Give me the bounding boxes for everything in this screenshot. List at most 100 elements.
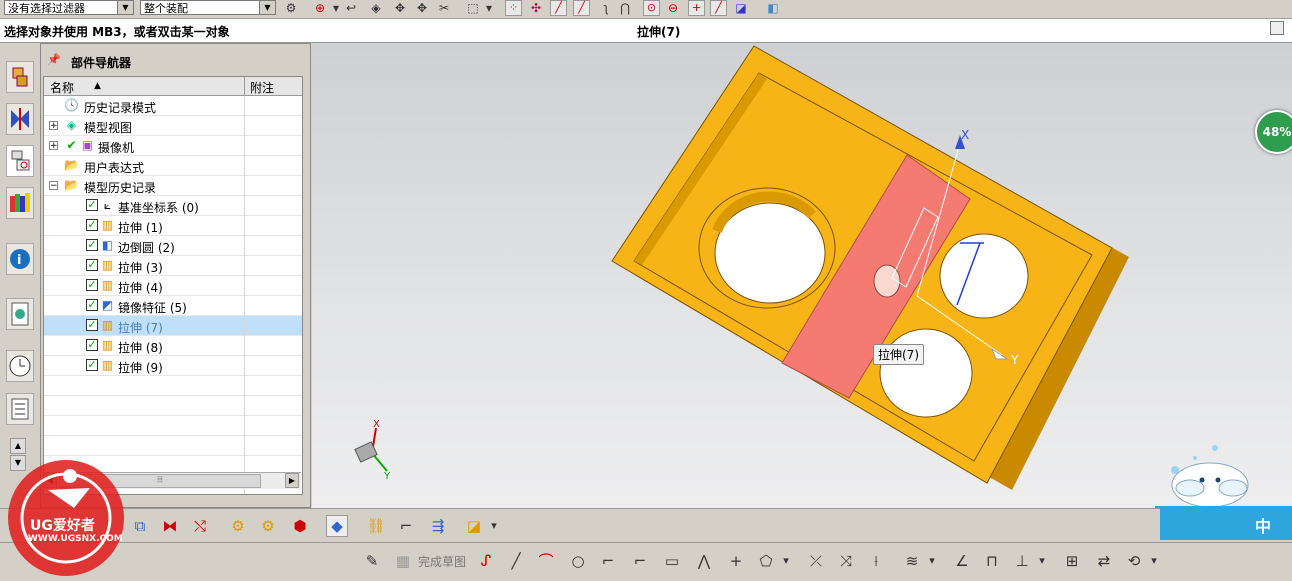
snap-face-icon[interactable]: ◪ <box>733 0 749 16</box>
visibility-checkbox[interactable]: ✓ <box>86 219 98 231</box>
tree-row-datum-csys[interactable]: ✓ ⟀ 基准坐标系 (0) <box>44 196 302 216</box>
gun-icon[interactable]: ⌐ <box>396 516 416 536</box>
assembly-icon[interactable]: ⚙ <box>283 0 299 16</box>
eraser-icon[interactable]: ◈ <box>368 0 384 16</box>
column-note-header[interactable]: 附注 <box>250 79 274 96</box>
collapse-icon[interactable]: − <box>49 181 58 191</box>
offset-curve-icon[interactable]: ≋ <box>902 551 922 571</box>
graphics-window[interactable]: X Y X Y <box>312 43 1292 508</box>
dropdown-icon[interactable]: ▾ <box>1144 551 1164 571</box>
snap-arc-icon[interactable]: ⋂ <box>617 0 633 16</box>
profile-icon[interactable]: ᔑ <box>476 551 496 571</box>
visibility-checkbox[interactable]: ✓ <box>86 319 98 331</box>
make-corner-icon[interactable]: ⟊ <box>866 551 886 571</box>
snap-intersect-icon[interactable]: ✣ <box>528 0 544 16</box>
move-icon[interactable]: ✥ <box>392 0 408 16</box>
mirror-assembly-icon[interactable]: ⧓ <box>160 516 180 536</box>
explode-icon[interactable]: ⤭ <box>190 516 210 536</box>
move-all-icon[interactable]: ✥ <box>414 0 430 16</box>
undo-icon[interactable]: ↩ <box>343 0 359 16</box>
snap-endpoint-icon[interactable]: ╱ <box>550 0 567 16</box>
assembly-navigator-tab[interactable] <box>6 61 34 93</box>
add-component-icon[interactable]: ⚙ <box>228 516 248 536</box>
convert-reference-icon[interactable]: ⇄ <box>1094 551 1114 571</box>
solid-box-icon[interactable]: ◪ <box>464 516 484 536</box>
tree-row-cameras[interactable]: + ✔ ▣ 摄像机 <box>44 136 302 156</box>
dimension-icon[interactable]: ⊓ <box>982 551 1002 571</box>
visibility-checkbox[interactable]: ✓ <box>86 279 98 291</box>
wave-linker-icon[interactable]: ◆ <box>326 515 348 537</box>
visibility-checkbox[interactable]: ✓ <box>86 339 98 351</box>
column-name-header[interactable]: 名称 <box>50 79 74 96</box>
snap-point-icon[interactable]: ⊕ <box>312 0 328 16</box>
cube-icon[interactable]: ◧ <box>765 0 781 16</box>
constraint-navigator-tab[interactable] <box>6 103 34 135</box>
link-icon[interactable]: ⛓ <box>366 516 386 536</box>
alternate-solution-icon[interactable]: ⟲ <box>1124 551 1144 571</box>
tree-row-edge-blend-2[interactable]: ✓ ◧ 边倒圆 (2) <box>44 236 302 256</box>
snap-cross-icon[interactable]: + <box>688 0 705 16</box>
tree-row-extrude-3[interactable]: ✓ ▥ 拉伸 (3) <box>44 256 302 276</box>
tree-row-user-expressions[interactable]: 📂 用户表达式 <box>44 156 302 176</box>
sketch-icon[interactable]: ✎ <box>362 551 382 571</box>
snap-curve-icon[interactable]: ʅ <box>598 0 614 16</box>
polyline-icon[interactable]: ⋀ <box>694 551 714 571</box>
pin-icon[interactable] <box>1270 21 1284 35</box>
snap-center-icon[interactable]: ⊙ <box>643 0 660 16</box>
snap-node-icon[interactable]: ⁘ <box>505 0 522 16</box>
select-box-icon[interactable]: ⬚ <box>465 0 481 16</box>
dropdown-icon[interactable]: ▾ <box>481 0 497 16</box>
polygon-icon[interactable]: ⬠ <box>756 551 776 571</box>
snap-circle-icon[interactable]: ⊖ <box>665 0 681 16</box>
quick-extend-icon[interactable]: ⤨ <box>836 551 856 571</box>
tree-row-history-mode[interactable]: 🕓 历史记录模式 <box>44 96 302 116</box>
tree-row-extrude-8[interactable]: ✓ ▥ 拉伸 (8) <box>44 336 302 356</box>
expand-icon[interactable]: + <box>49 121 58 131</box>
chamfer-icon[interactable]: ⌐ <box>630 551 650 571</box>
dropdown-icon[interactable]: ▾ <box>1032 551 1052 571</box>
part-navigator-tab[interactable] <box>6 145 34 177</box>
dropdown-icon[interactable]: ▾ <box>922 551 942 571</box>
role-tab[interactable] <box>6 393 34 425</box>
dropdown-icon[interactable]: ▾ <box>776 551 796 571</box>
dropdown-icon[interactable]: ▾ <box>484 516 504 536</box>
visibility-checkbox[interactable]: ✓ <box>86 199 98 211</box>
sequence-icon[interactable]: ⇶ <box>428 516 448 536</box>
fillet-icon[interactable]: ⌐ <box>598 551 618 571</box>
tree-row-model-views[interactable]: + ◈ 模型视图 <box>44 116 302 136</box>
snap-midpoint-icon[interactable]: ╱ <box>573 0 590 16</box>
tree-row-model-history[interactable]: − 📂 模型历史记录 <box>44 176 302 196</box>
show-constraints-icon[interactable]: ⊞ <box>1062 551 1082 571</box>
selection-scope-combo[interactable]: 整个装配 ▼ <box>140 0 276 15</box>
reuse-library-tab[interactable] <box>6 187 34 219</box>
visibility-checkbox[interactable]: ✓ <box>86 299 98 311</box>
finish-sketch-icon[interactable]: ▦ <box>393 551 413 571</box>
line-icon[interactable]: ╱ <box>506 551 526 571</box>
arc-icon[interactable]: ⌒ <box>536 551 556 571</box>
selection-filter-combo[interactable]: 没有选择过滤器 ▼ <box>4 0 134 15</box>
dropdown-icon[interactable]: ▾ <box>328 0 344 16</box>
geometric-constraint-icon[interactable]: ⊥ <box>1012 551 1032 571</box>
expand-icon[interactable]: + <box>49 141 58 151</box>
web-browser-tab[interactable]: i <box>6 243 34 275</box>
visibility-checkbox[interactable]: ✓ <box>86 259 98 271</box>
visibility-checkbox[interactable]: ✓ <box>86 359 98 371</box>
tree-row-extrude-7[interactable]: ✓ ▥ 拉伸 (7) <box>44 316 302 336</box>
point-icon[interactable]: + <box>726 551 746 571</box>
new-component-icon[interactable]: ⚙ <box>258 516 278 536</box>
tree-row-mirror-5[interactable]: ✓ ◩ 镜像特征 (5) <box>44 296 302 316</box>
tree-row-extrude-4[interactable]: ✓ ▥ 拉伸 (4) <box>44 276 302 296</box>
history-palette-tab[interactable] <box>6 298 34 330</box>
tools-icon[interactable]: ✂ <box>436 0 452 16</box>
snap-line-icon[interactable]: ╱ <box>710 0 727 16</box>
finish-sketch-label[interactable]: 完成草图 <box>418 553 466 570</box>
constraint-icon[interactable]: ∠ <box>952 551 972 571</box>
tree-row-extrude-1[interactable]: ✓ ▥ 拉伸 (1) <box>44 216 302 236</box>
history-tab[interactable] <box>6 350 34 382</box>
pin-icon[interactable]: 📌 <box>47 53 61 66</box>
rectangle-icon[interactable]: ▭ <box>662 551 682 571</box>
tree-row-extrude-9[interactable]: ✓ ▥ 拉伸 (9) <box>44 356 302 376</box>
circle-icon[interactable]: ○ <box>568 551 588 571</box>
model-view[interactable]: X Y X Y <box>312 43 1292 508</box>
visibility-checkbox[interactable]: ✓ <box>86 239 98 251</box>
